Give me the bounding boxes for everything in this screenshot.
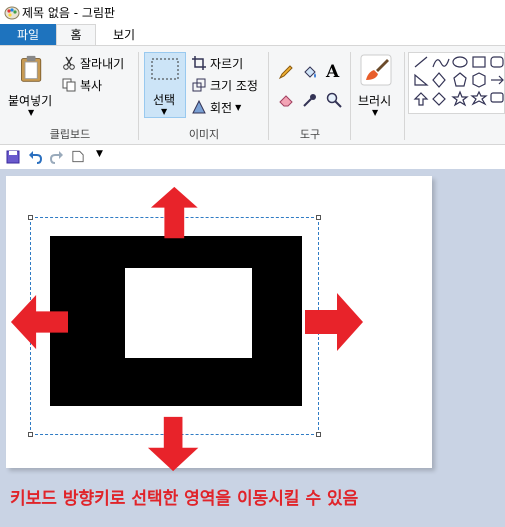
- paste-button[interactable]: 붙여넣기 ▼: [6, 54, 56, 120]
- chevron-down-icon: ▼: [161, 107, 168, 116]
- rotate-icon: [192, 100, 206, 114]
- ribbon-divider: [138, 52, 139, 140]
- tab-home[interactable]: 홈: [56, 24, 96, 46]
- tab-view[interactable]: 보기: [104, 24, 144, 46]
- text-icon[interactable]: A: [326, 62, 339, 82]
- clipboard-icon: [21, 55, 42, 82]
- title-bar: 제목 없음 - 그림판: [0, 0, 505, 24]
- arrow-down-icon: [147, 416, 199, 472]
- ribbon-divider: [350, 52, 351, 140]
- group-label-clipboard: 클립보드: [49, 128, 91, 141]
- brushes-label: 브러시: [358, 94, 392, 108]
- ribbon-divider: [404, 52, 405, 140]
- ribbon-tabs: 파일 홈 보기: [0, 24, 505, 46]
- eraser-icon[interactable]: [278, 92, 294, 108]
- redo-icon[interactable]: [50, 150, 64, 164]
- arrow-up-icon: [150, 186, 198, 239]
- rotate-button[interactable]: 회전 ▼: [192, 98, 241, 116]
- arrow-right-icon: [305, 293, 363, 351]
- paint-app-icon: [4, 6, 20, 20]
- ribbon: 붙여넣기 ▼ 잘라내기 복사 클립보드 선택 ▼ 자르기 크기 조정 회전 ▼ …: [0, 45, 505, 145]
- shapes-icon: [413, 56, 504, 107]
- tab-file[interactable]: 파일: [0, 24, 56, 46]
- pencil-icon[interactable]: [278, 64, 294, 80]
- chevron-down-icon: ▼: [28, 108, 35, 117]
- chevron-down-icon: ▼: [372, 108, 379, 117]
- select-button[interactable]: 선택 ▼: [144, 52, 186, 118]
- arrow-left-icon: [10, 294, 68, 350]
- cut-button[interactable]: 잘라내기: [62, 54, 124, 72]
- instruction-caption: 키보드 방향키로 선택한 영역을 이동시킬 수 있음: [10, 489, 359, 509]
- group-label-image: 이미지: [188, 128, 220, 141]
- crop-icon: [192, 56, 206, 70]
- cut-label: 잘라내기: [80, 56, 125, 71]
- resize-icon: [192, 78, 206, 92]
- fill-icon[interactable]: [302, 64, 318, 80]
- resize-button[interactable]: 크기 조정: [192, 76, 258, 94]
- select-icon: [151, 58, 179, 80]
- copy-icon: [62, 78, 76, 92]
- selection-handle-br[interactable]: [316, 432, 321, 437]
- group-label-tools: 도구: [299, 128, 321, 141]
- new-page-icon[interactable]: [72, 149, 84, 164]
- chevron-down-icon: ▼: [235, 102, 242, 112]
- rotate-label: 회전: [210, 100, 233, 115]
- select-label: 선택: [153, 93, 176, 107]
- copy-button[interactable]: 복사: [62, 76, 102, 94]
- selection-handle-tl[interactable]: [28, 215, 33, 220]
- magnifier-icon[interactable]: [326, 92, 342, 108]
- resize-label: 크기 조정: [210, 78, 258, 93]
- paste-label: 붙여넣기: [8, 94, 53, 108]
- selection-rectangle[interactable]: [30, 217, 319, 435]
- quick-access-toolbar: ▼: [0, 145, 505, 169]
- ribbon-divider: [268, 52, 269, 140]
- copy-label: 복사: [80, 78, 103, 93]
- customize-qat-icon[interactable]: ▼: [96, 149, 103, 159]
- brush-icon: [360, 54, 392, 86]
- undo-icon[interactable]: [28, 150, 42, 164]
- crop-button[interactable]: 자르기: [192, 54, 243, 72]
- window-title: 제목 없음 - 그림판: [22, 6, 116, 20]
- shapes-gallery[interactable]: [408, 52, 505, 114]
- selection-handle-bl[interactable]: [28, 432, 33, 437]
- scissors-icon: [63, 56, 75, 70]
- color-picker-icon[interactable]: [302, 92, 318, 108]
- selection-handle-tr[interactable]: [316, 215, 321, 220]
- save-icon[interactable]: [6, 150, 20, 164]
- crop-label: 자르기: [210, 56, 244, 71]
- brushes-button[interactable]: 브러시 ▼: [356, 54, 400, 120]
